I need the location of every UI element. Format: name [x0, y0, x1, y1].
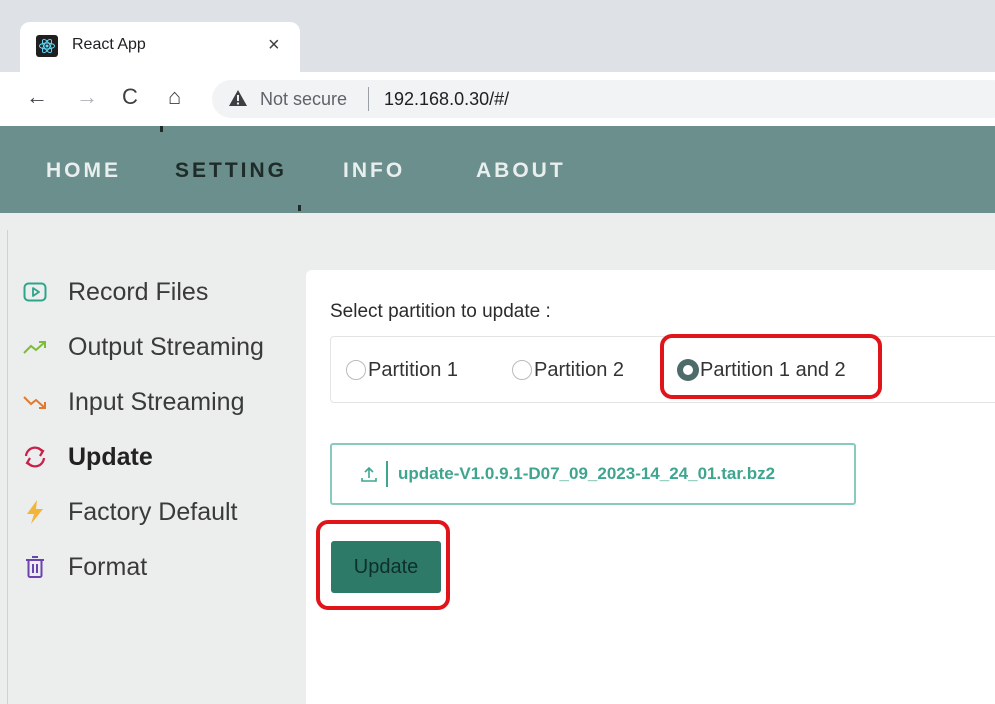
sync-icon	[22, 444, 48, 470]
tab-close-icon[interactable]: ×	[268, 34, 280, 56]
sidebar-item-factory-default[interactable]: Factory Default	[22, 495, 238, 529]
partition-heading: Select partition to update :	[330, 301, 551, 322]
left-divider	[7, 230, 8, 704]
selected-file[interactable]: update-V1.0.9.1-D07_09_2023-14_24_01.tar…	[330, 443, 856, 505]
radio-partition-2[interactable]: Partition 2	[512, 357, 624, 383]
file-name: update-V1.0.9.1-D07_09_2023-14_24_01.tar…	[398, 464, 776, 483]
sidebar-item-record-files[interactable]: Record Files	[22, 275, 208, 309]
url-text[interactable]: 192.168.0.30/#/	[384, 89, 509, 110]
react-logo-icon	[36, 35, 58, 57]
sidebar-item-input-streaming[interactable]: Input Streaming	[22, 385, 245, 419]
address-bar[interactable]: Not secure 192.168.0.30/#/	[212, 80, 995, 118]
sidebar-item-label: Update	[68, 442, 153, 471]
highlight-partition-option	[660, 334, 882, 399]
sidebar-item-update[interactable]: Update	[22, 440, 153, 474]
address-separator	[368, 87, 369, 111]
reload-icon[interactable]: C	[122, 84, 138, 110]
play-icon	[22, 279, 48, 305]
browser-tab-strip: React App ×	[0, 0, 995, 72]
sidebar-item-format[interactable]: Format	[22, 550, 147, 584]
sidebar-item-label: Factory Default	[68, 497, 238, 526]
security-label[interactable]: Not secure	[260, 89, 347, 110]
radio-label: Partition 1	[368, 358, 459, 381]
radio-label: Partition 2	[534, 358, 625, 381]
back-arrow-icon[interactable]: ←	[26, 84, 48, 110]
tab-title: React App	[72, 36, 146, 53]
sidebar-item-label: Output Streaming	[68, 332, 264, 361]
warning-icon	[228, 88, 248, 113]
sidebar-item-label: Input Streaming	[68, 387, 245, 416]
sidebar-item-label: Record Files	[68, 277, 209, 306]
top-nav-bar: HOME SETTING INFO ABOUT	[0, 126, 995, 213]
forward-arrow-icon[interactable]: →	[76, 84, 98, 110]
trend-up-icon	[22, 334, 48, 360]
upload-icon	[360, 465, 378, 483]
sidebar-item-output-streaming[interactable]: Output Streaming	[22, 330, 264, 364]
highlight-update-button	[316, 520, 450, 610]
active-tab-marker-top	[160, 126, 163, 132]
active-tab-marker-bottom	[298, 205, 301, 211]
trash-icon	[22, 554, 48, 580]
file-divider	[386, 461, 388, 487]
browser-tab[interactable]: React App ×	[20, 22, 300, 72]
browser-toolbar: ← → C ⌂ Not secure 192.168.0.30/#/	[0, 72, 995, 126]
lightning-icon	[22, 499, 48, 525]
radio-button[interactable]	[346, 360, 366, 380]
nav-info[interactable]: INFO	[343, 159, 405, 183]
trend-down-icon	[22, 389, 48, 415]
sidebar-item-label: Format	[68, 552, 148, 581]
nav-home[interactable]: HOME	[46, 159, 121, 183]
nav-setting[interactable]: SETTING	[175, 159, 287, 183]
radio-button[interactable]	[512, 360, 532, 380]
home-icon[interactable]: ⌂	[168, 84, 181, 110]
nav-about[interactable]: ABOUT	[476, 159, 566, 183]
radio-partition-1[interactable]: Partition 1	[346, 357, 458, 383]
